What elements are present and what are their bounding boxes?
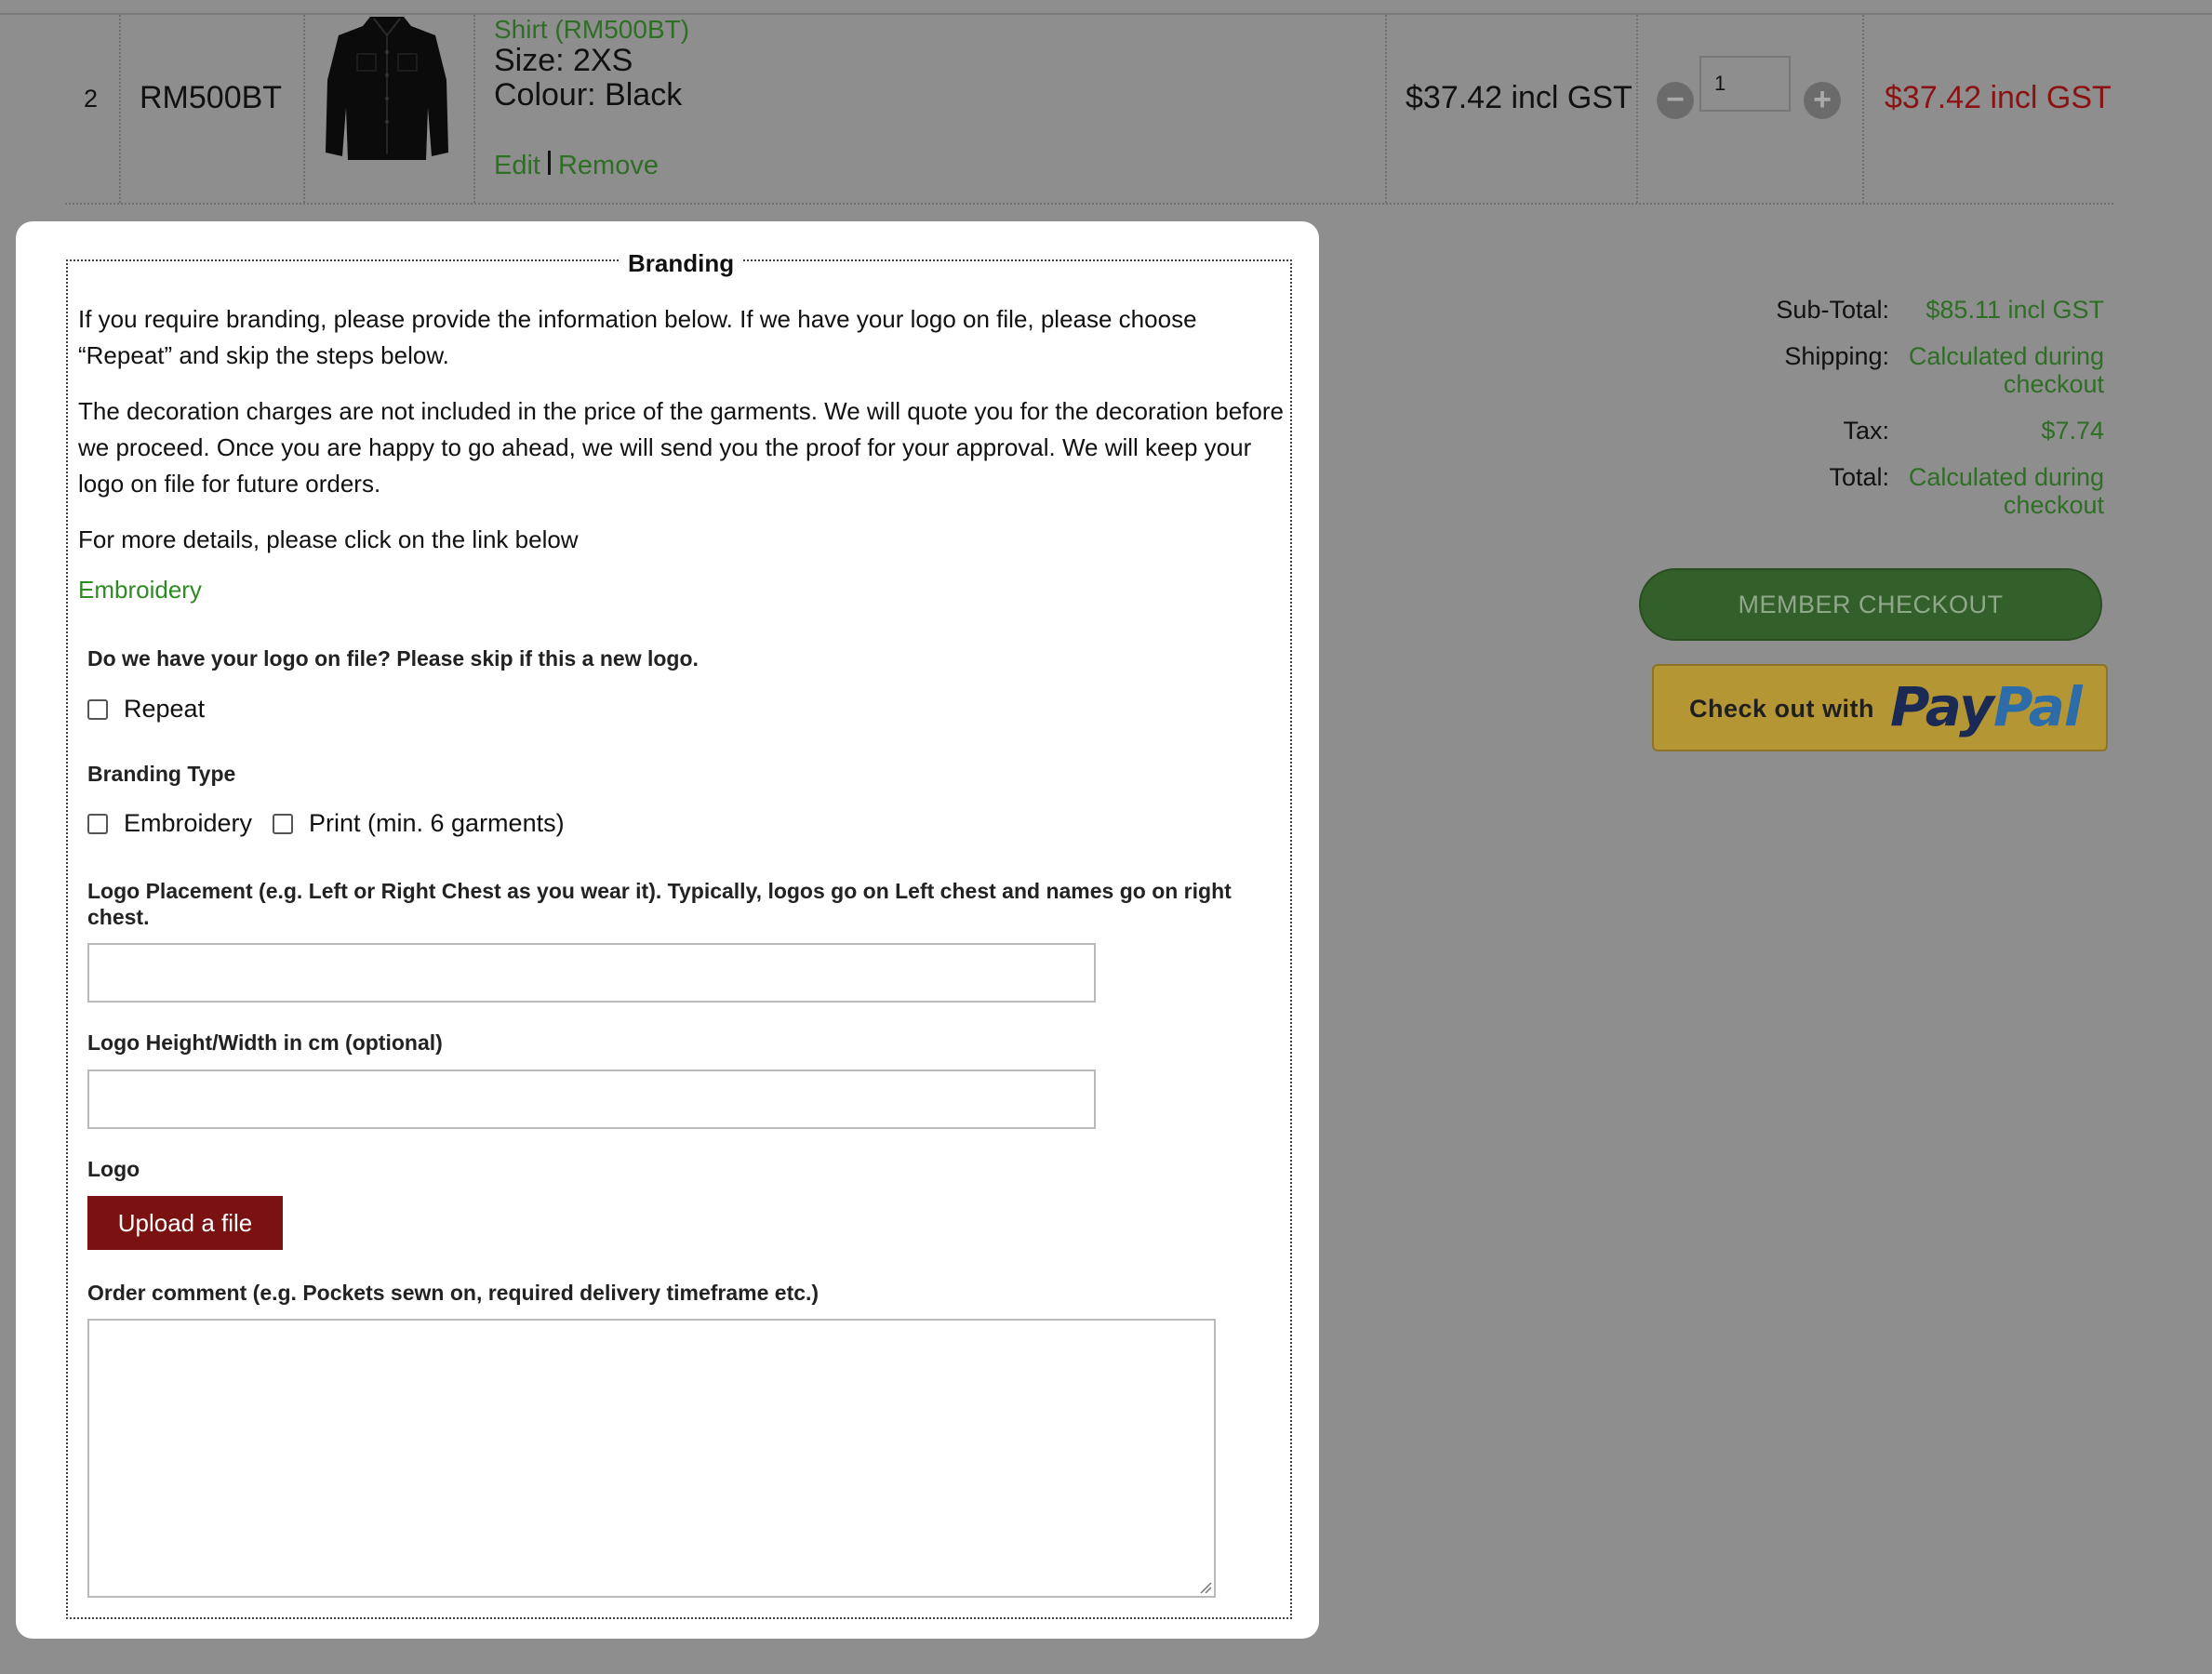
subtotal-value: $85.11 incl GST — [1926, 296, 2104, 324]
increase-quantity-icon[interactable]: + — [1804, 82, 1841, 119]
logo-on-file-label: Do we have your logo on file? Please ski… — [87, 646, 699, 671]
tax-row: Tax: $7.74 — [1712, 417, 2104, 463]
shirt-image[interactable] — [322, 15, 452, 164]
paypal-button-label: Check out with — [1689, 695, 1875, 723]
product-actions: Edit Remove — [494, 151, 659, 181]
product-name-link[interactable]: Shirt (RM500BT) — [494, 15, 689, 45]
order-comment-label: Order comment (e.g. Pockets sewn on, req… — [87, 1281, 820, 1305]
unit-price: $37.42 incl GST — [1406, 80, 1632, 115]
product-size: Size: 2XS — [494, 43, 633, 78]
more-details-text: For more details, please click on the li… — [78, 525, 579, 553]
embroidery-checkbox[interactable] — [87, 814, 108, 834]
branding-legend: Branding — [619, 249, 744, 278]
line-total: $37.42 incl GST — [1885, 80, 2112, 115]
quantity-input[interactable]: 1 — [1699, 56, 1791, 112]
paypal-checkout-button[interactable]: Check out with PayPal — [1652, 664, 2108, 751]
product-description-cell: Shirt (RM500BT) Size: 2XS Colour: Black … — [473, 15, 1385, 203]
unit-price-cell: $37.42 incl GST — [1385, 15, 1636, 203]
embroidery-checkbox-label[interactable]: Embroidery — [124, 809, 252, 838]
total-label: Total: — [1829, 463, 1889, 491]
repeat-checkbox-label[interactable]: Repeat — [124, 695, 205, 724]
tax-label: Tax: — [1843, 417, 1889, 445]
branding-type-label: Branding Type — [87, 762, 236, 786]
print-checkbox[interactable] — [273, 814, 293, 834]
member-checkout-button[interactable]: MEMBER CHECKOUT — [1639, 568, 2102, 641]
shipping-value: Calculated during checkout — [1908, 342, 2104, 398]
subtotal-label: Sub-Total: — [1776, 296, 1889, 324]
total-value: Calculated during checkout — [1908, 463, 2104, 519]
repeat-checkbox[interactable] — [87, 699, 108, 720]
branding-modal: Branding If you require branding, please… — [16, 221, 1319, 1639]
upload-file-button[interactable]: Upload a file — [87, 1196, 283, 1250]
total-row: Total: Calculated during checkout — [1712, 463, 2104, 538]
logo-label: Logo — [87, 1157, 140, 1181]
resize-grip-icon[interactable] — [1199, 1581, 1212, 1594]
branding-fieldset: Branding If you require branding, please… — [66, 249, 1292, 1619]
line-total-cell: $37.42 incl GST — [1862, 15, 2113, 203]
row-number: 2 — [84, 85, 99, 113]
logo-size-label: Logo Height/Width in cm (optional) — [87, 1030, 443, 1055]
sku-cell: RM500BT — [119, 15, 303, 203]
paypal-logo: PayPal — [1890, 675, 2083, 738]
remove-link[interactable]: Remove — [558, 151, 659, 180]
logo-placement-input[interactable] — [87, 943, 1096, 1003]
product-image-cell — [303, 15, 473, 203]
subtotal-row: Sub-Total: $85.11 incl GST — [1712, 296, 2104, 342]
logo-placement-label: Logo Placement (e.g. Left or Right Chest… — [87, 879, 1232, 929]
order-comment-textarea[interactable] — [87, 1319, 1216, 1598]
decrease-quantity-icon[interactable]: − — [1657, 82, 1694, 119]
embroidery-link[interactable]: Embroidery — [78, 576, 202, 604]
tax-value: $7.74 — [2041, 417, 2104, 445]
print-checkbox-label[interactable]: Print (min. 6 garments) — [309, 809, 565, 838]
product-colour: Colour: Black — [494, 77, 683, 113]
product-sku: RM500BT — [140, 80, 283, 115]
cart-row: 2 RM500BT Shirt (RM500BT) Size: 2XS Colo… — [65, 15, 2113, 205]
quantity-cell: − 1 + — [1636, 15, 1862, 203]
shipping-label: Shipping: — [1784, 342, 1889, 370]
row-number-cell: 2 — [65, 15, 119, 203]
charges-text: The decoration charges are not included … — [78, 397, 1284, 498]
logo-size-input[interactable] — [87, 1070, 1096, 1129]
shipping-row: Shipping: Calculated during checkout — [1712, 342, 2104, 417]
intro-text: If you require branding, please provide … — [78, 305, 1197, 369]
edit-link[interactable]: Edit — [494, 151, 540, 180]
action-separator — [547, 151, 551, 175]
